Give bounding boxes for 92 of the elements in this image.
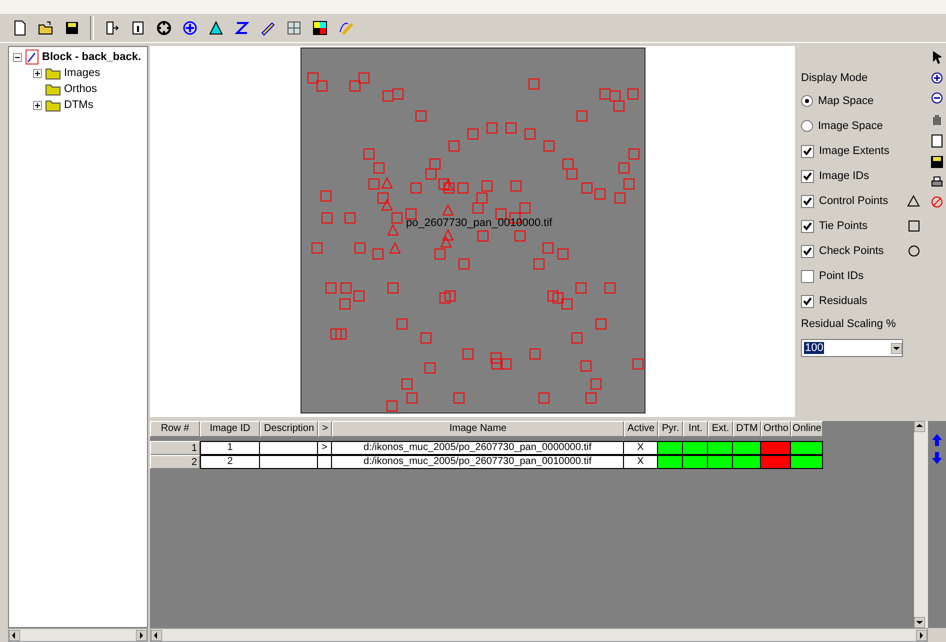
table-cell: d:/ikonos_muc_2005/po_2607730_pan_0010000.tif [332, 455, 624, 469]
checkbox-label: Control Points [819, 195, 888, 207]
circle-icon [908, 245, 920, 257]
column-header[interactable]: Row # [150, 421, 200, 437]
square-icon [908, 220, 920, 232]
checkbox[interactable] [801, 170, 814, 182]
image-id-label: po_2607730_pan_0010000.tif [406, 217, 552, 229]
column-header[interactable]: Ortho [761, 421, 791, 437]
folder-icon [45, 82, 61, 96]
new-file-icon[interactable] [12, 20, 28, 36]
radio-button[interactable] [801, 120, 813, 132]
triangle-icon [907, 195, 920, 207]
checkbox-label: Image IDs [819, 170, 870, 182]
column-header[interactable]: Active [624, 421, 658, 437]
table-cell: 1 [200, 441, 260, 455]
crosshair-icon[interactable] [156, 20, 172, 36]
radio-option[interactable]: Image Space [801, 118, 928, 134]
expand-icon[interactable] [33, 68, 42, 78]
scroll-arrow-icon[interactable] [136, 630, 147, 640]
save-icon[interactable] [64, 20, 80, 36]
tree-item[interactable]: Block - back_back. [42, 51, 142, 63]
page-icon[interactable] [931, 134, 943, 148]
table-cell [318, 455, 332, 469]
checkbox-label: Tie Points [819, 220, 868, 232]
tree-item[interactable]: Images [64, 67, 100, 79]
column-header[interactable]: Online [791, 421, 823, 437]
grid-icon[interactable] [286, 20, 302, 36]
z-icon[interactable] [234, 20, 250, 36]
scroll-arrow-icon[interactable] [9, 630, 20, 640]
collapse-icon[interactable] [13, 52, 22, 62]
column-header[interactable]: Pyr. [658, 421, 683, 437]
checkbox[interactable] [801, 220, 814, 232]
pointer-icon[interactable] [931, 50, 943, 64]
table-cell [260, 455, 318, 469]
checkbox[interactable] [801, 270, 814, 282]
radio-label: Image Space [818, 120, 883, 132]
column-header[interactable]: Image ID [200, 421, 260, 437]
checkbox[interactable] [801, 294, 814, 308]
column-header[interactable]: Image Name [332, 421, 624, 437]
radio-label: Map Space [818, 95, 874, 107]
zoom-out-icon[interactable] [931, 92, 943, 104]
checkbox[interactable] [801, 244, 814, 258]
horizontal-scrollbar[interactable] [8, 628, 148, 642]
info-icon[interactable] [130, 20, 146, 36]
checkbox[interactable] [801, 194, 814, 208]
table-cell: d:/ikonos_muc_2005/po_2607730_pan_0000000.tif [332, 441, 624, 455]
checkbox-label: Residuals [819, 295, 868, 307]
edit-line-icon[interactable] [338, 20, 354, 36]
column-header[interactable]: Ext. [708, 421, 733, 437]
radio-button[interactable] [801, 95, 813, 107]
scaling-dropdown[interactable]: 100 [801, 339, 903, 357]
table-cell: X [624, 441, 658, 455]
checkbox[interactable] [801, 144, 814, 158]
radio-option[interactable]: Map Space [801, 93, 928, 109]
table-cell: 2 [200, 455, 260, 469]
column-header[interactable]: Int. [683, 421, 708, 437]
checkbox-label: Point IDs [819, 270, 864, 282]
horizontal-scrollbar[interactable] [150, 628, 928, 642]
tree-item[interactable]: Orthos [64, 83, 98, 95]
table-cell: X [624, 455, 658, 469]
vertical-scrollbar[interactable] [914, 421, 928, 628]
printer-icon[interactable] [931, 176, 943, 188]
table-cell [260, 441, 318, 455]
scroll-arrow-icon[interactable] [914, 617, 925, 628]
folder-icon [45, 66, 61, 80]
export-icon[interactable] [104, 20, 120, 36]
section-label: Display Mode [801, 72, 869, 84]
add-point-icon[interactable] [182, 20, 198, 36]
expand-icon[interactable] [33, 100, 42, 110]
scroll-arrow-icon[interactable] [151, 630, 162, 640]
table-cell: > [318, 441, 332, 455]
dropdown-arrow-icon[interactable] [891, 342, 902, 354]
row-number[interactable]: 1 [150, 441, 200, 455]
scroll-arrow-icon[interactable] [914, 421, 925, 432]
column-header[interactable]: > [318, 421, 332, 437]
column-header[interactable]: Description [260, 421, 318, 437]
folder-icon [45, 98, 61, 112]
mosaic-icon[interactable] [312, 20, 328, 36]
block-icon [25, 49, 39, 65]
checkbox-label: Check Points [819, 245, 884, 257]
triangle-icon[interactable] [208, 20, 224, 36]
zoom-in-icon[interactable] [931, 72, 943, 84]
scroll-arrow-icon[interactable] [916, 630, 927, 640]
open-folder-icon[interactable] [38, 20, 54, 36]
row-number[interactable]: 2 [150, 455, 200, 469]
column-header[interactable]: DTM [733, 421, 761, 437]
save-icon[interactable] [931, 156, 943, 168]
tree-item[interactable]: DTMs [64, 99, 94, 111]
checkbox-label: Image Extents [819, 145, 890, 157]
pencil-icon[interactable] [260, 20, 276, 36]
field-label: Residual Scaling % [801, 318, 897, 330]
clear-icon[interactable] [931, 196, 943, 208]
